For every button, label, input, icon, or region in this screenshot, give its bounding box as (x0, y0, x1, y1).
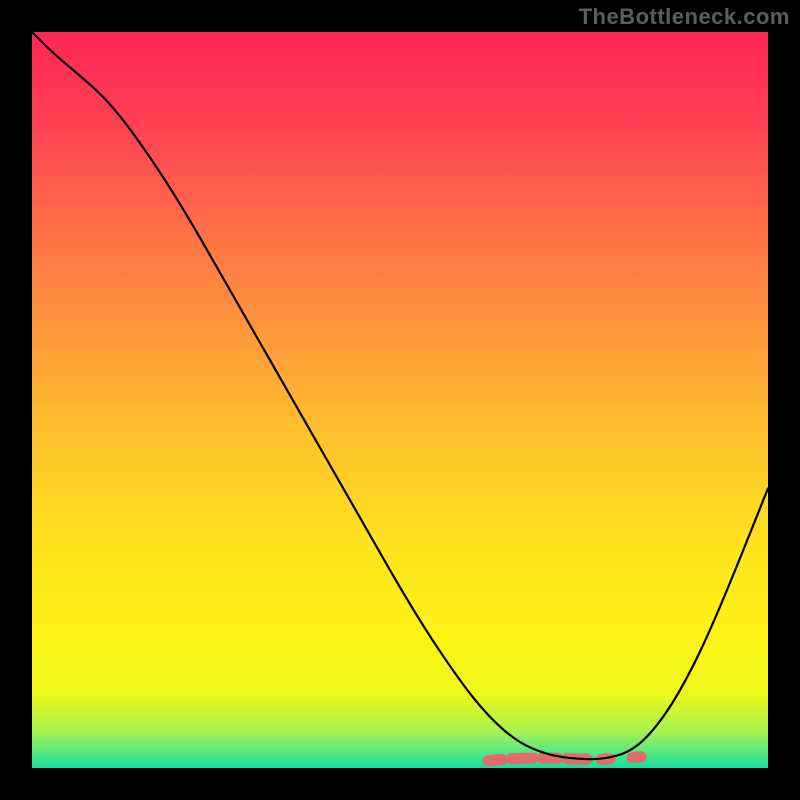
watermark-text: TheBottleneck.com (579, 4, 790, 30)
plot-area (32, 32, 768, 768)
chart-frame: TheBottleneck.com (0, 0, 800, 800)
chart-svg (32, 32, 768, 768)
gradient-background (32, 32, 768, 768)
